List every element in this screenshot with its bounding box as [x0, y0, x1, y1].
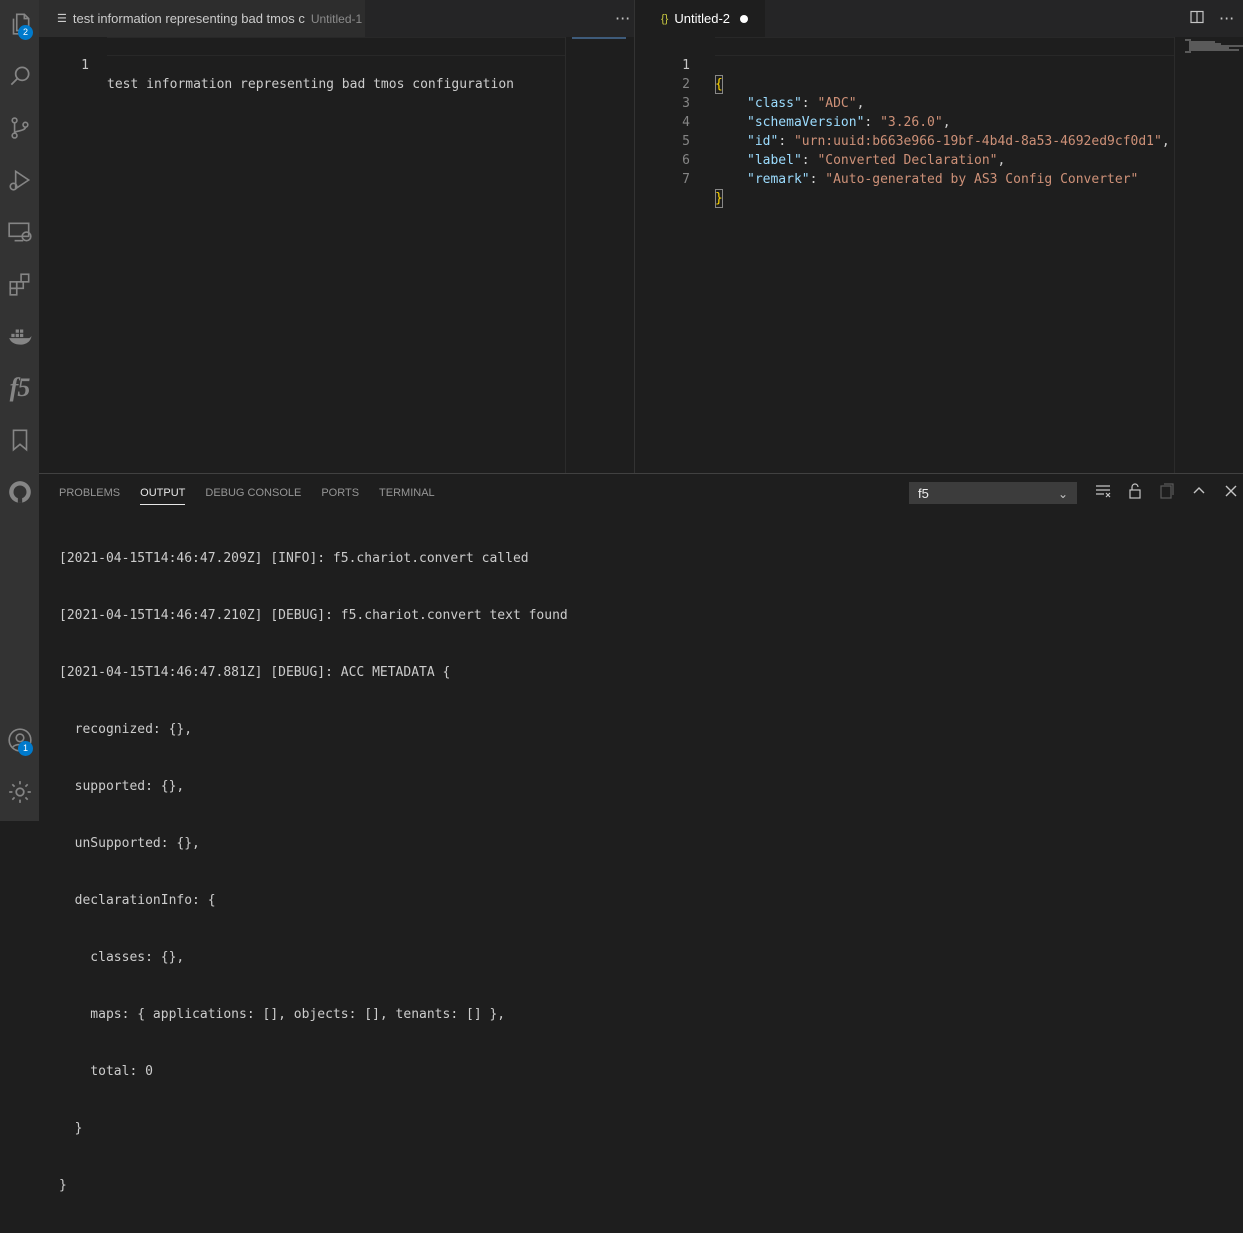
output-line: [2021-04-15T14:46:47.210Z] [DEBUG]: f5.c… — [59, 608, 568, 623]
f5-label: f5 — [9, 373, 31, 402]
tab-terminal[interactable]: TERMINAL — [379, 474, 435, 512]
accounts-badge: 1 — [18, 741, 33, 756]
json-editor-right[interactable]: 1 { 2 "class": "ADC", 3 "schemaVersion":… — [649, 37, 1243, 473]
chevron-down-icon: ⌄ — [1057, 487, 1068, 501]
open-log-icon[interactable] — [1158, 482, 1176, 504]
f5-extension-icon[interactable]: f5 — [0, 368, 39, 408]
editor-line: 2 "class": "ADC", — [649, 56, 1243, 111]
maximize-panel-icon[interactable] — [1190, 482, 1208, 504]
minimap-left[interactable] — [565, 37, 634, 473]
editor-line: 4 "id": "urn:uuid:b663e966-19bf-4b4d-8a5… — [649, 94, 1243, 149]
tab-debug-console[interactable]: DEBUG CONSOLE — [205, 474, 301, 512]
output-channel-select[interactable]: f5 ⌄ — [909, 482, 1077, 504]
text-editor-left[interactable]: 1 test information representing bad tmos… — [39, 37, 634, 473]
output-line: unSupported: {}, — [59, 836, 200, 851]
tab-label: Untitled-2 — [674, 11, 730, 26]
output-log[interactable]: [2021-04-15T14:46:47.209Z] [INFO]: f5.ch… — [59, 511, 568, 1233]
tab-output[interactable]: OUTPUT — [140, 474, 186, 512]
line-number: 7 — [682, 172, 690, 187]
remote-explorer-icon[interactable] — [0, 212, 39, 252]
editor-split-sash[interactable] — [634, 0, 650, 473]
tab-untitled-1[interactable]: ☰ test information representing bad tmos… — [39, 0, 365, 37]
extensions-icon[interactable] — [0, 264, 39, 304]
editor-line: 1 { — [649, 37, 1243, 94]
editor-line: 7 } — [649, 151, 1243, 208]
gear-icon[interactable] — [0, 772, 39, 812]
output-line: } — [59, 1178, 67, 1193]
json-value: "Auto-generated by AS3 Config Converter" — [825, 172, 1139, 187]
tab-problems[interactable]: PROBLEMS — [59, 474, 120, 512]
clear-output-icon[interactable] — [1094, 482, 1112, 504]
editor-line: 5 "label": "Converted Declaration", — [649, 113, 1243, 168]
source-control-icon[interactable] — [0, 108, 39, 148]
tab-actions-left: ··· — [615, 0, 630, 37]
tab-label: test information representing bad tmos c — [72, 11, 305, 26]
editor-line: 6 "remark": "Auto-generated by AS3 Confi… — [649, 132, 1243, 187]
close-panel-icon[interactable] — [1222, 482, 1240, 504]
tab-actions-right: ··· — [1189, 0, 1234, 37]
output-line: recognized: {}, — [59, 722, 193, 737]
lock-scroll-icon[interactable] — [1126, 482, 1144, 504]
minimap-slider — [572, 37, 626, 39]
search-icon[interactable] — [0, 56, 39, 96]
bookmark-icon[interactable] — [0, 420, 39, 460]
dirty-indicator-icon[interactable] — [740, 14, 748, 23]
tab-ports[interactable]: PORTS — [321, 474, 359, 512]
split-editor-icon[interactable] — [1189, 9, 1205, 29]
current-line-highlight — [107, 37, 566, 56]
json-key: "remark" — [747, 172, 810, 187]
explorer-badge: 2 — [18, 25, 33, 40]
github-icon[interactable] — [0, 472, 39, 512]
output-line: [2021-04-15T14:46:47.881Z] [DEBUG]: ACC … — [59, 665, 451, 680]
output-line: } — [59, 1121, 83, 1136]
tab-bar-left: ☰ test information representing bad tmos… — [39, 0, 634, 37]
accounts-icon[interactable]: 1 — [0, 720, 39, 760]
docker-icon[interactable] — [0, 316, 39, 356]
panel-actions — [1094, 482, 1240, 504]
output-line: [2021-04-15T14:46:47.209Z] [INFO]: f5.ch… — [59, 551, 529, 566]
editor-group-right: {} Untitled-2 ··· 1 { 2 "class": "ADC", … — [649, 0, 1243, 473]
minimap-line — [1185, 51, 1191, 53]
explorer-icon[interactable]: 2 — [0, 4, 39, 44]
more-actions-icon[interactable]: ··· — [615, 9, 630, 28]
more-actions-icon[interactable]: ··· — [1219, 9, 1234, 28]
line-number: 1 — [81, 58, 89, 73]
panel-tabs: PROBLEMS OUTPUT DEBUG CONSOLE PORTS TERM… — [59, 474, 435, 512]
tab-untitled-2[interactable]: {} Untitled-2 — [649, 0, 765, 37]
line-text: test information representing bad tmos c… — [107, 77, 514, 92]
minimap-right[interactable] — [1174, 37, 1243, 473]
output-line: maps: { applications: [], objects: [], t… — [59, 1007, 506, 1022]
tab-description: Untitled-1 — [310, 11, 363, 26]
run-debug-icon[interactable] — [0, 160, 39, 200]
output-line: declarationInfo: { — [59, 893, 216, 908]
json-file-icon: {} — [661, 12, 669, 25]
editor-line: 3 "schemaVersion": "3.26.0", — [649, 75, 1243, 130]
minimap-line — [1189, 49, 1239, 51]
text-file-icon: ☰ — [57, 13, 67, 25]
output-line: classes: {}, — [59, 950, 185, 965]
activity-bar: 2 f5 1 — [0, 0, 39, 821]
output-channel-value: f5 — [918, 486, 929, 501]
editor-group-left: ☰ test information representing bad tmos… — [39, 0, 634, 473]
output-line: total: 0 — [59, 1064, 153, 1079]
output-line: supported: {}, — [59, 779, 185, 794]
close-brace: } — [715, 189, 723, 208]
bottom-panel: PROBLEMS OUTPUT DEBUG CONSOLE PORTS TERM… — [39, 473, 1243, 1193]
tab-bar-right: {} Untitled-2 ··· — [649, 0, 1243, 37]
